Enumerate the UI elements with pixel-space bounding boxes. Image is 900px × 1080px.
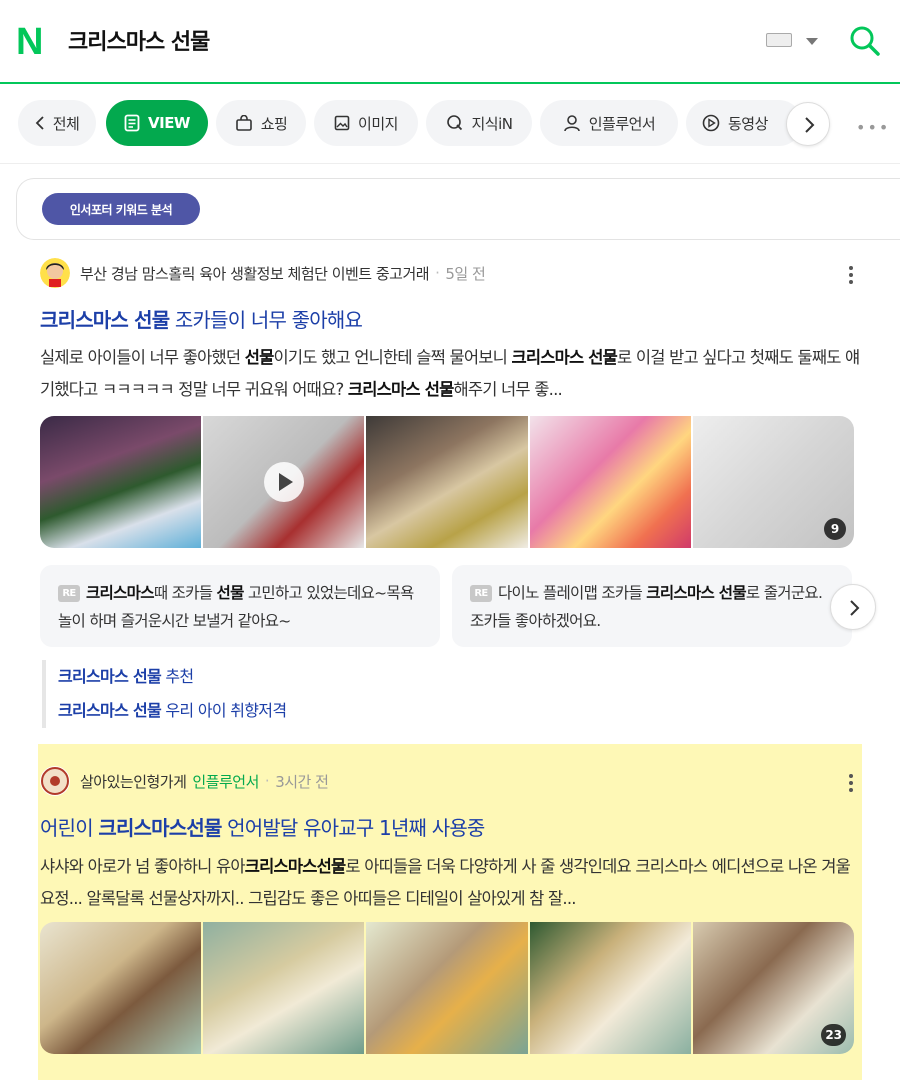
desc-keyword: 선물 <box>244 348 275 367</box>
naver-logo[interactable]: N <box>16 23 48 61</box>
chevron-right-icon <box>850 600 860 616</box>
thumbnail[interactable] <box>366 416 528 548</box>
reply-snippet[interactable]: RE 크리스마스때 조카들 선물 고민하고 있었는데요~목욕놀이 하며 즐거운시간… <box>40 565 440 647</box>
related-keyword: 크리스마스 선물 <box>58 701 162 720</box>
keyboard-icon[interactable] <box>766 33 792 47</box>
related-keyword: 크리스마스 선물 <box>58 667 162 686</box>
keyword-analysis-badge[interactable]: 인서포터 키워드 분석 <box>42 193 200 225</box>
tab-influencer[interactable]: 인플루언서 <box>540 100 678 146</box>
thumbnail[interactable]: 9 <box>692 416 854 548</box>
image-count-badge: 9 <box>824 518 847 540</box>
thumbnail[interactable] <box>529 922 691 1054</box>
play-circle-icon <box>702 114 720 132</box>
desc-text: 이기도 했고 언니한테 슬쩍 물어보니 <box>273 348 512 367</box>
tab-label: 동영상 <box>728 114 768 133</box>
search-tabs: 전체 VIEW 쇼핑 이미지 지식iN 인플루언서 동영상 <box>0 86 900 164</box>
desc-text: 해주기 너무 좋... <box>453 380 562 399</box>
more-options-icon[interactable]: ••• <box>856 118 890 137</box>
reply-keyword: 크리스마스 선물 <box>646 584 746 602</box>
influencer-badge: 인플루언서 <box>192 772 259 791</box>
thumbnail[interactable] <box>203 922 365 1054</box>
search-icon[interactable] <box>848 24 882 58</box>
reply-snippet[interactable]: RE 다이노 플레이맵 조카들 크리스마스 선물로 줄거군요. 조카들 좋아하겠어… <box>452 565 852 647</box>
document-icon <box>124 114 140 132</box>
tab-label: 쇼핑 <box>260 114 288 133</box>
reply-text: 때 조카들 <box>153 584 217 602</box>
avatar[interactable] <box>40 766 70 796</box>
search-query-input[interactable]: 크리스마스 선물 <box>68 24 210 56</box>
reply-text: 다이노 플레이맵 조카들 크리스마스 선물로 줄거군요. 조카들 좋아하겠어요. <box>470 584 823 630</box>
post-time: 5일 전 <box>445 264 486 283</box>
thumbnail[interactable]: 23 <box>692 922 854 1054</box>
thumbnail[interactable] <box>366 922 528 1054</box>
tab-label: 지식iN <box>471 114 514 133</box>
post-author[interactable]: 살아있는인형가게 <box>80 771 187 792</box>
tab-kin[interactable]: 지식iN <box>426 100 532 146</box>
thumbnail[interactable] <box>203 416 365 548</box>
bag-icon <box>235 115 252 131</box>
play-icon[interactable] <box>264 462 305 502</box>
reply-text: 크리스마스때 조카들 선물 고민하고 있었는데요~목욕놀이 하며 즐거운시간 보… <box>58 584 414 630</box>
image-icon <box>334 115 350 131</box>
image-count-badge: 23 <box>821 1024 847 1046</box>
tab-label: 전체 <box>52 114 80 133</box>
post-options-icon[interactable] <box>849 774 853 792</box>
search-header: N 크리스마스 선물 <box>0 0 900 84</box>
related-rest: 추천 <box>161 667 194 686</box>
chevron-down-icon[interactable] <box>806 38 818 45</box>
thumbnail[interactable] <box>40 922 202 1054</box>
post-author[interactable]: 부산 경남 맘스홀릭 육아 생활정보 체험단 이벤트 중고거래 <box>80 263 430 284</box>
title-pre: 어린이 <box>40 816 99 840</box>
tab-label: 인플루언서 <box>588 114 656 133</box>
reply-keyword: 선물 <box>216 584 245 602</box>
related-rest: 우리 아이 취향저격 <box>161 701 287 720</box>
post-time: 3시간 전 <box>275 772 329 791</box>
post-description[interactable]: 실제로 아이들이 너무 좋아했던 선물이기도 했고 언니한테 슬쩍 물어보니 크… <box>40 342 860 406</box>
post-options-icon[interactable] <box>849 266 853 284</box>
post-thumbnails[interactable]: 9 <box>40 416 854 548</box>
reply-text: 다이노 플레이맵 조카들 <box>498 584 647 602</box>
tab-image[interactable]: 이미지 <box>314 100 418 146</box>
thumbnail[interactable] <box>529 416 691 548</box>
tab-shopping[interactable]: 쇼핑 <box>216 100 306 146</box>
reply-keyword: 크리스마스 <box>86 584 155 602</box>
separator: · <box>435 264 440 282</box>
q-icon <box>446 115 462 131</box>
tabs-next-button[interactable] <box>786 102 830 146</box>
title-rest: 언어발달 유아교구 1년째 사용중 <box>221 816 485 840</box>
person-icon <box>563 115 580 132</box>
chevron-left-icon <box>35 116 44 130</box>
post-thumbnails[interactable]: 23 <box>40 922 854 1054</box>
tab-view[interactable]: VIEW <box>106 100 208 146</box>
avatar[interactable] <box>40 258 70 288</box>
desc-keyword: 크리스마스 선물 <box>347 380 454 399</box>
re-badge: RE <box>470 585 492 602</box>
tab-video[interactable]: 동영상 <box>686 100 802 146</box>
replies-next-button[interactable] <box>830 584 876 630</box>
related-search-link[interactable]: 크리스마스 선물 우리 아이 취향저격 <box>58 697 287 721</box>
title-keyword: 크리스마스 선물 <box>40 308 170 332</box>
tab-all[interactable]: 전체 <box>18 100 96 146</box>
title-rest: 조카들이 너무 좋아해요 <box>169 308 363 332</box>
post-description[interactable]: 샤샤와 아로가 넘 좋아하니 유아크리스마스선물로 아띠들을 더욱 다양하게 사… <box>40 851 860 915</box>
tab-label: 이미지 <box>358 114 398 133</box>
desc-text: 실제로 아이들이 너무 좋아했던 <box>40 348 245 367</box>
re-badge: RE <box>58 585 80 602</box>
chevron-right-icon <box>805 117 815 133</box>
post-title[interactable]: 어린이 크리스마스선물 언어발달 유아교구 1년째 사용중 <box>40 812 485 841</box>
thumbnail[interactable] <box>40 416 202 548</box>
related-bar <box>42 660 46 728</box>
title-keyword: 크리스마스선물 <box>98 816 222 840</box>
post-title[interactable]: 크리스마스 선물 조카들이 너무 좋아해요 <box>40 304 363 333</box>
related-search-link[interactable]: 크리스마스 선물 추천 <box>58 663 194 687</box>
tab-label: VIEW <box>148 114 190 132</box>
post-meta: 부산 경남 맘스홀릭 육아 생활정보 체험단 이벤트 중고거래 · 5일 전 <box>40 258 486 288</box>
separator: · <box>264 772 270 790</box>
desc-text: 샤샤와 아로가 넘 좋아하니 유아 <box>40 857 246 876</box>
post-meta: 살아있는인형가게 인플루언서 · 3시간 전 <box>40 766 329 796</box>
desc-keyword: 크리스마스선물 <box>244 857 346 876</box>
desc-keyword: 크리스마스 선물 <box>511 348 618 367</box>
